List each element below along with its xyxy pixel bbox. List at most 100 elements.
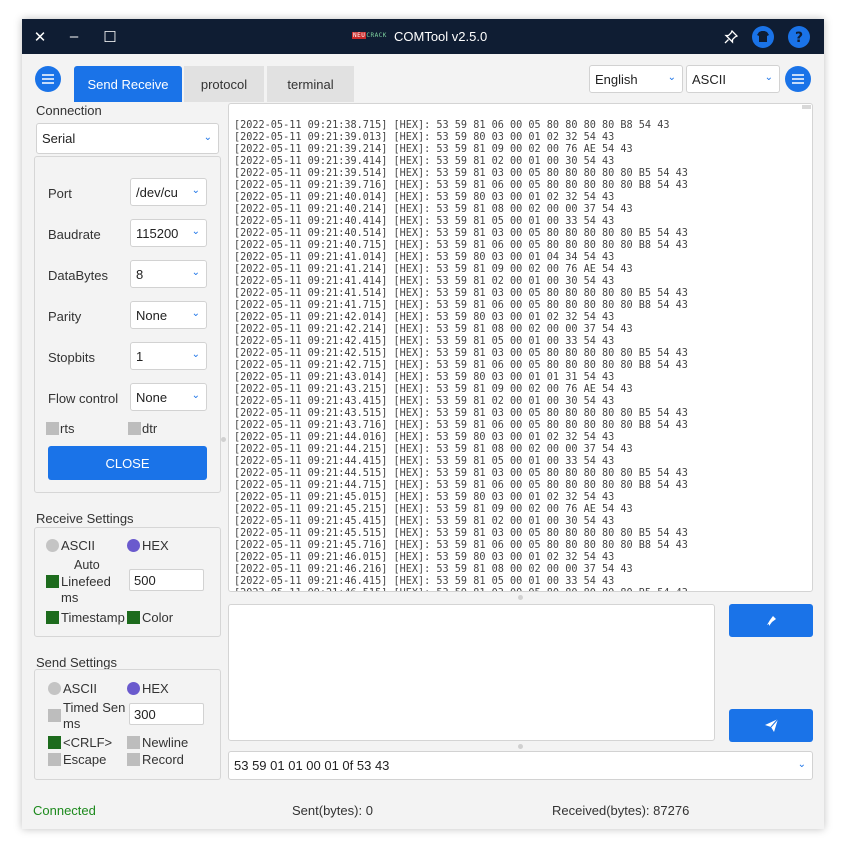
send-text-area[interactable]: [228, 604, 715, 741]
parity-label: Parity: [48, 309, 82, 324]
tab-terminal[interactable]: terminal: [267, 66, 354, 102]
timed-send-ms-input[interactable]: 300: [129, 703, 204, 725]
record-checkbox[interactable]: [127, 753, 140, 766]
log-line: [2022-05-11 09:21:40.014] [HEX]: 53 59 8…: [234, 192, 615, 203]
encoding-select[interactable]: ASCII ⌄: [686, 65, 780, 93]
newline-checkbox[interactable]: [127, 736, 140, 749]
timestamp-checkbox[interactable]: [46, 611, 59, 624]
chevron-down-icon: ⌄: [203, 132, 212, 143]
log-line: [2022-05-11 09:21:43.515] [HEX]: 53 59 8…: [234, 408, 688, 419]
clear-button[interactable]: [729, 604, 813, 637]
log-line: [2022-05-11 09:21:40.514] [HEX]: 53 59 8…: [234, 228, 688, 239]
pin-icon[interactable]: [720, 19, 742, 54]
tab-protocol[interactable]: protocol: [184, 66, 264, 102]
log-line: [2022-05-11 09:21:39.716] [HEX]: 53 59 8…: [234, 180, 688, 191]
log-line: [2022-05-11 09:21:38.715] [HEX]: 53 59 8…: [234, 120, 670, 131]
log-line: [2022-05-11 09:21:41.014] [HEX]: 53 59 8…: [234, 252, 615, 263]
record-label: Record: [142, 752, 184, 767]
escape-checkbox[interactable]: [48, 753, 61, 766]
send-icon: [764, 718, 778, 732]
chevron-down-icon: ⌄: [191, 226, 200, 237]
connection-status: Connected: [33, 803, 96, 818]
parity-value: None: [136, 307, 168, 323]
log-line: [2022-05-11 09:21:41.715] [HEX]: 53 59 8…: [234, 300, 688, 311]
close-connection-button[interactable]: CLOSE: [48, 446, 207, 480]
language-value: English: [595, 71, 638, 87]
log-line: [2022-05-11 09:21:45.515] [HEX]: 53 59 8…: [234, 528, 688, 539]
send-settings-title: Send Settings: [36, 655, 117, 670]
crlf-checkbox[interactable]: [48, 736, 61, 749]
encoding-value: ASCII: [692, 71, 726, 87]
chevron-down-icon: ⌄: [191, 349, 200, 360]
log-line: [2022-05-11 09:21:45.215] [HEX]: 53 59 8…: [234, 504, 633, 515]
horizontal-splitter-handle[interactable]: [518, 595, 523, 600]
databytes-label: DataBytes: [48, 268, 108, 283]
baudrate-value: 115200: [136, 225, 179, 241]
receive-ascii-label: ASCII: [61, 538, 95, 553]
logo-badge: NEU: [352, 32, 367, 39]
rts-checkbox[interactable]: [46, 422, 59, 435]
chevron-down-icon: ⌄: [191, 308, 200, 319]
databytes-value: 8: [136, 266, 144, 282]
vertical-splitter-handle[interactable]: [221, 437, 226, 442]
log-line: [2022-05-11 09:21:43.014] [HEX]: 53 59 8…: [234, 372, 615, 383]
log-line: [2022-05-11 09:21:40.414] [HEX]: 53 59 8…: [234, 216, 615, 227]
log-line: [2022-05-11 09:21:42.415] [HEX]: 53 59 8…: [234, 336, 615, 347]
timed-send-label-2: ms: [63, 716, 81, 731]
broom-icon: [767, 615, 776, 626]
log-scrollbar[interactable]: [802, 105, 811, 109]
log-line: [2022-05-11 09:21:42.515] [HEX]: 53 59 8…: [234, 348, 688, 359]
receive-log[interactable]: [2022-05-11 09:21:38.715] [HEX]: 53 59 8…: [228, 103, 813, 592]
linefeed-ms-input[interactable]: 500: [129, 569, 204, 591]
log-line: [2022-05-11 09:21:40.715] [HEX]: 53 59 8…: [234, 240, 688, 251]
close-icon[interactable]: ✕: [30, 19, 50, 54]
flow-control-select[interactable]: None ⌄: [130, 383, 207, 411]
receive-hex-label: HEX: [142, 538, 169, 553]
send-splitter-handle[interactable]: [518, 744, 523, 749]
send-button[interactable]: [729, 709, 813, 742]
baudrate-label: Baudrate: [48, 227, 101, 242]
databytes-select[interactable]: 8 ⌄: [130, 260, 207, 288]
timed-send-label-1: Timed Sen: [63, 700, 126, 715]
auto-linefeed-checkbox[interactable]: [46, 575, 59, 588]
chevron-down-icon: ⌄: [667, 72, 676, 83]
tab-send-receive[interactable]: Send Receive: [74, 66, 182, 102]
receive-settings-title: Receive Settings: [36, 511, 134, 526]
send-hex-radio[interactable]: [127, 682, 140, 695]
log-line: [2022-05-11 09:21:44.715] [HEX]: 53 59 8…: [234, 480, 688, 491]
stopbits-select[interactable]: 1 ⌄: [130, 342, 207, 370]
log-line: [2022-05-11 09:21:39.514] [HEX]: 53 59 8…: [234, 168, 688, 179]
flow-control-value: None: [136, 389, 168, 405]
rts-label: rts: [60, 421, 75, 436]
color-checkbox[interactable]: [127, 611, 140, 624]
port-select[interactable]: /dev/cu ⌄: [130, 178, 207, 206]
baudrate-select[interactable]: 115200 ⌄: [130, 219, 207, 247]
skin-icon[interactable]: [750, 19, 776, 54]
app-window: ✕ – ☐ NEUCRACK COMTool v2.5.0 ? Send Rec…: [22, 19, 824, 829]
log-line: [2022-05-11 09:21:45.415] [HEX]: 53 59 8…: [234, 516, 615, 527]
log-line: [2022-05-11 09:21:46.015] [HEX]: 53 59 8…: [234, 552, 615, 563]
parity-select[interactable]: None ⌄: [130, 301, 207, 329]
dtr-checkbox[interactable]: [128, 422, 141, 435]
receive-ascii-radio[interactable]: [46, 539, 59, 552]
log-line: [2022-05-11 09:21:44.016] [HEX]: 53 59 8…: [234, 432, 615, 443]
language-select[interactable]: English ⌄: [589, 65, 683, 93]
receive-hex-radio[interactable]: [127, 539, 140, 552]
log-line: [2022-05-11 09:21:44.515] [HEX]: 53 59 8…: [234, 468, 688, 479]
connection-type-select[interactable]: Serial ⌄: [36, 123, 219, 154]
maximize-icon[interactable]: ☐: [100, 19, 120, 54]
help-icon[interactable]: ?: [786, 19, 812, 54]
minimize-icon[interactable]: –: [64, 19, 84, 54]
left-menu-icon[interactable]: [35, 66, 61, 92]
send-ascii-radio[interactable]: [48, 682, 61, 695]
log-line: [2022-05-11 09:21:41.514] [HEX]: 53 59 8…: [234, 288, 688, 299]
right-menu-icon[interactable]: [785, 66, 811, 92]
log-line: [2022-05-11 09:21:41.414] [HEX]: 53 59 8…: [234, 276, 615, 287]
log-line: [2022-05-11 09:21:39.013] [HEX]: 53 59 8…: [234, 132, 615, 143]
log-line: [2022-05-11 09:21:42.715] [HEX]: 53 59 8…: [234, 360, 688, 371]
auto-linefeed-label-3: ms: [61, 590, 79, 605]
send-history-select[interactable]: 53 59 01 01 00 01 0f 53 43 ⌄: [228, 751, 813, 780]
received-bytes: Received(bytes): 87276: [552, 803, 690, 818]
sent-bytes: Sent(bytes): 0: [292, 803, 373, 818]
timed-send-checkbox[interactable]: [48, 709, 61, 722]
